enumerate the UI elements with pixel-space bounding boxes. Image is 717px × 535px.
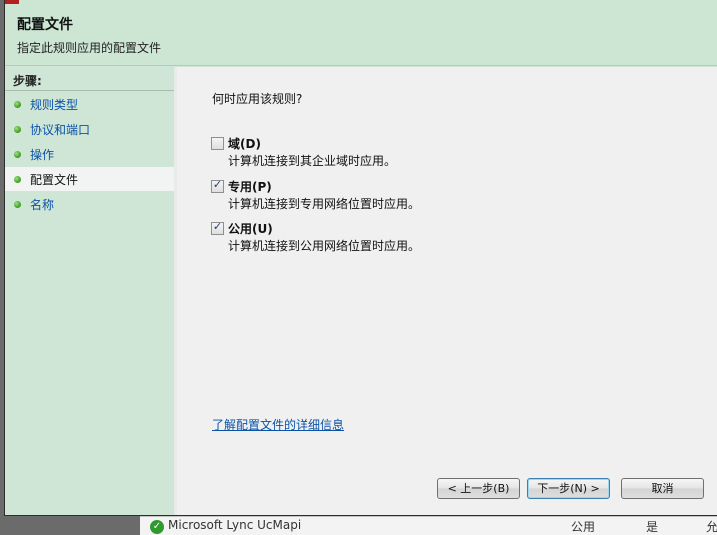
background-rule-enabled: 是 (646, 520, 659, 534)
background-rule-name: Microsoft Lync UcMapi (168, 518, 302, 532)
step-profile[interactable]: 配置文件 (5, 167, 174, 191)
checkmark-icon: ✓ (212, 178, 223, 191)
option-description: 计算机连接到其企业域时应用。 (228, 154, 397, 168)
step-status-icon (14, 151, 21, 158)
screen: ✓ Microsoft Lync UcMapi 公用 是 允 配置文件 指定此规… (0, 0, 717, 535)
step-label: 规则类型 (30, 98, 79, 112)
desktop-background (0, 516, 140, 535)
step-label: 协议和端口 (30, 123, 91, 137)
domain-checkbox[interactable] (211, 137, 224, 150)
private-checkbox[interactable]: ✓ (211, 178, 224, 193)
step-status-icon (14, 201, 21, 208)
step-protocol-and-ports[interactable]: 协议和端口 (5, 117, 174, 141)
checkmark-icon (212, 135, 223, 146)
steps-heading: 步骤: (13, 74, 42, 88)
option-label: 专用(P) (228, 180, 272, 194)
learn-more-link[interactable]: 了解配置文件的详细信息 (212, 416, 344, 433)
step-name[interactable]: 名称 (5, 192, 174, 216)
public-checkbox[interactable]: ✓ (211, 220, 224, 235)
wizard-content: 何时应用该规则? 域(D) 计算机连接到其企业域时应用。 ✓ 专用(P) 计算机… (177, 67, 717, 515)
option-description: 计算机连接到专用网络位置时应用。 (228, 197, 421, 211)
steps-sidebar: 步骤: 规则类型 协议和端口 操作 配置文件 名称 (5, 67, 174, 515)
window-edge-accent (5, 0, 19, 4)
option-domain[interactable]: 域(D) 计算机连接到其企业域时应用。 (211, 135, 611, 171)
option-private[interactable]: ✓ 专用(P) 计算机连接到专用网络位置时应用。 (211, 178, 611, 214)
new-inbound-rule-wizard: 配置文件 指定此规则应用的配置文件 步骤: 规则类型 协议和端口 操作 配置文件 (4, 0, 717, 516)
step-status-icon (14, 101, 21, 108)
step-action[interactable]: 操作 (5, 142, 174, 166)
step-status-icon (14, 126, 21, 133)
option-label: 公用(U) (228, 222, 273, 236)
option-public[interactable]: ✓ 公用(U) 计算机连接到公用网络位置时应用。 (211, 220, 611, 256)
background-rule-row[interactable]: ✓ Microsoft Lync UcMapi 公用 是 允 (140, 516, 717, 535)
step-rule-type[interactable]: 规则类型 (5, 92, 174, 116)
option-label: 域(D) (228, 137, 261, 151)
back-button[interactable]: < 上一步(B) (437, 478, 520, 499)
option-description: 计算机连接到公用网络位置时应用。 (228, 239, 421, 253)
wizard-header: 配置文件 指定此规则应用的配置文件 (5, 0, 717, 66)
next-button[interactable]: 下一步(N) > (527, 478, 610, 499)
step-label: 操作 (30, 148, 55, 162)
step-label: 配置文件 (30, 173, 79, 187)
page-title: 配置文件 (17, 17, 73, 33)
allow-rule-icon: ✓ (150, 520, 164, 534)
step-status-icon (14, 176, 21, 183)
step-label: 名称 (30, 198, 55, 212)
background-rule-profile: 公用 (571, 520, 596, 534)
page-subtitle: 指定此规则应用的配置文件 (17, 41, 162, 55)
question-text: 何时应用该规则? (212, 92, 303, 106)
checkmark-icon: ✓ (212, 220, 223, 233)
background-rule-action: 允 (706, 520, 717, 534)
steps-divider (5, 90, 174, 91)
cancel-button[interactable]: 取消 (621, 478, 704, 499)
